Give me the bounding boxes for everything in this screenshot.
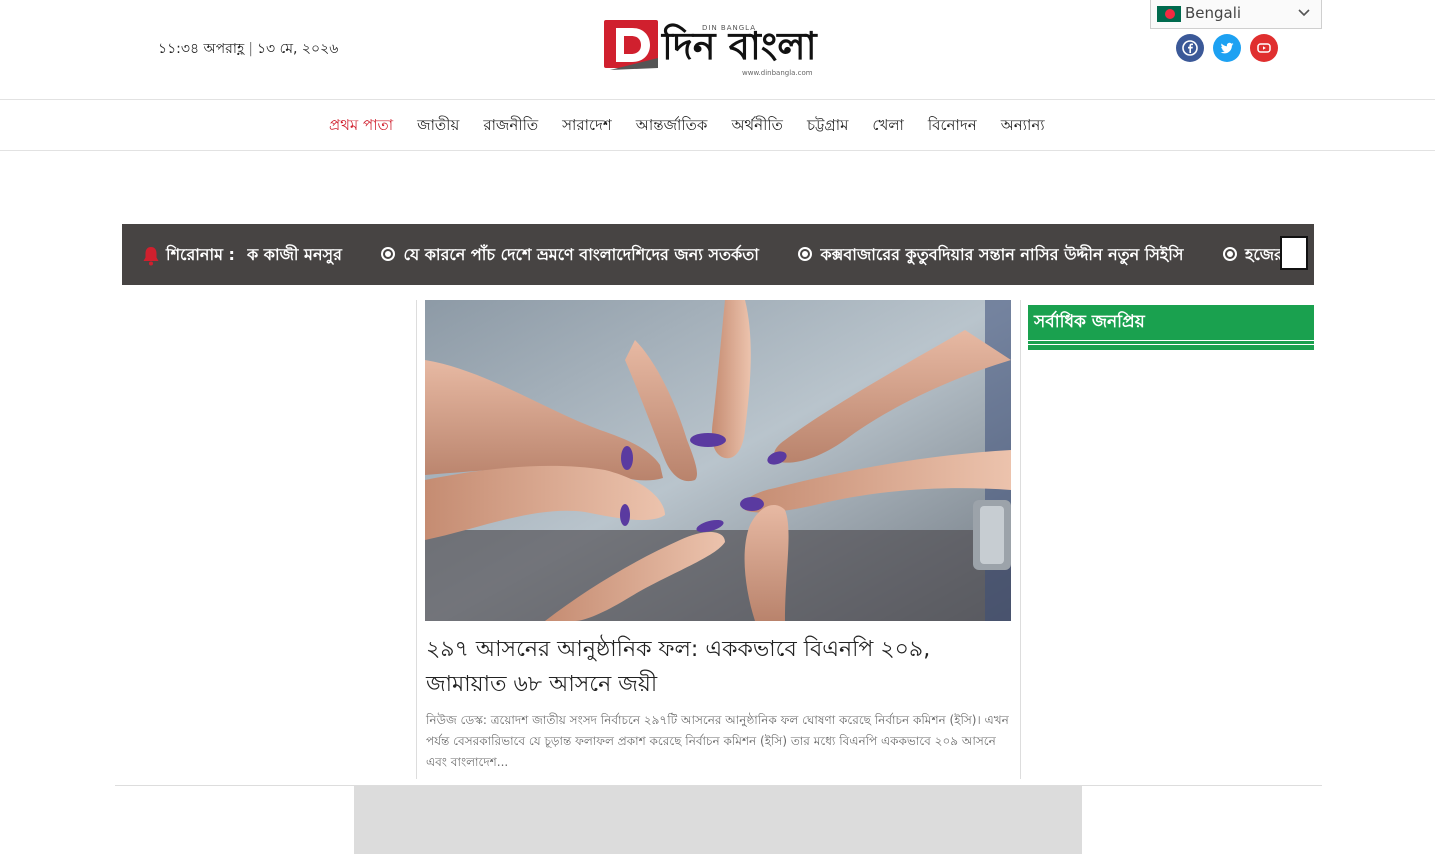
nav-item-politics[interactable]: রাজনীতি	[483, 114, 538, 139]
popular-title: সর্বাধিক জনপ্রিয়	[1034, 312, 1145, 332]
language-selected-label: Bengali	[1185, 4, 1242, 22]
ticker-item[interactable]: যে কারনে পাঁচ দেশে ভ্রমণে বাংলাদেশিদের জ…	[381, 245, 759, 264]
chevron-down-icon	[1298, 9, 1310, 17]
nav-item-entertainment[interactable]: বিনোদন	[928, 114, 977, 139]
facebook-button[interactable]	[1176, 34, 1204, 62]
nav-menu: প্রথম পাতা জাতীয় রাজনীতি সারাদেশ আন্তর্…	[329, 114, 1045, 139]
ticker-item-text: যে কারনে পাঁচ দেশে ভ্রমণে বাংলাদেশিদের জ…	[403, 245, 759, 264]
advertisement-placeholder	[354, 786, 1082, 854]
nav-item-country[interactable]: সারাদেশ	[562, 114, 612, 139]
bullet-icon	[1222, 247, 1237, 261]
logo-latin-text: DIN BANGLA	[702, 24, 757, 32]
ticker-item-text: হজের প্র	[1244, 245, 1282, 264]
date-separator: |	[248, 41, 253, 57]
ticker-item[interactable]: কক্সবাজারের কুতুবদিয়ার সন্তান নাসির উদ্…	[798, 245, 1183, 264]
youtube-button[interactable]	[1250, 34, 1278, 62]
divider	[1028, 340, 1314, 341]
ticker-label: শিরোনাম :	[166, 245, 235, 264]
bell-icon	[143, 247, 159, 266]
ticker-item[interactable]: ক কাজী মনসুর	[247, 245, 342, 264]
nav-item-home[interactable]: প্রথম পাতা	[329, 114, 393, 139]
nav-item-chattogram[interactable]: চট্টগ্রাম	[807, 114, 848, 139]
nav-item-national[interactable]: জাতীয়	[417, 114, 459, 139]
lead-story-excerpt: নিউজ ডেস্ক: ত্রয়োদশ জাতীয় সংসদ নির্বাচ…	[426, 713, 1009, 769]
site-logo[interactable]: দিন বাংলা DIN BANGLA www.dinbangla.com	[604, 18, 830, 80]
nav-item-economy[interactable]: অর্থনীতি	[731, 114, 783, 139]
logo-mark-icon	[604, 20, 658, 70]
facebook-icon	[1182, 40, 1198, 56]
lead-story-card: ২৯৭ আসনের আনুষ্ঠানিক ফল: এককভাবে বিএনপি …	[416, 300, 1021, 779]
bullet-icon	[798, 247, 813, 261]
divider	[1028, 344, 1314, 345]
main-navigation: প্রথম পাতা জাতীয় রাজনীতি সারাদেশ আন্তর্…	[0, 100, 1435, 151]
site-header: ১১:৩৪ অপরাহ্ণ | ১৩ মে, ২০২৬ দিন বাংলা DIN …	[0, 0, 1435, 100]
inked-fingers-photo	[425, 300, 1011, 621]
youtube-icon	[1257, 43, 1271, 53]
lead-story-headline[interactable]: ২৯৭ আসনের আনুষ্ঠানিক ফল: এককভাবে বিএনপি …	[426, 632, 1012, 702]
ticker-items: ক কাজী মনসুর যে কারনে পাঁচ দেশে ভ্রমণে ব…	[247, 242, 1282, 269]
twitter-icon	[1220, 42, 1234, 54]
date-time: ১১:৩৪ অপরাহ্ণ | ১৩ মে, ২০২৬	[158, 37, 338, 61]
lead-story-image[interactable]	[425, 300, 1011, 621]
nav-item-international[interactable]: আন্তর্জাতিক	[636, 114, 708, 139]
popular-section-header: সর্বাধিক জনপ্রিয়	[1028, 305, 1314, 350]
nav-item-others[interactable]: অন্যান্য	[1001, 114, 1045, 139]
headline-ticker: শিরোনাম : ক কাজী মনসুর যে কারনে পাঁচ দেশ…	[122, 224, 1314, 285]
ticker-item-text: কক্সবাজারের কুতুবদিয়ার সন্তান নাসির উদ্…	[820, 245, 1184, 264]
bullet-icon	[381, 247, 396, 261]
logo-url: www.dinbangla.com	[742, 69, 813, 77]
current-time: ১১:৩৪ অপরাহ্ণ	[158, 41, 245, 57]
language-select[interactable]: Bengali	[1150, 0, 1322, 29]
twitter-button[interactable]	[1213, 34, 1241, 62]
bangladesh-flag-icon	[1157, 6, 1181, 22]
nav-item-sports[interactable]: খেলা	[872, 114, 903, 139]
current-date: ১৩ মে, ২০২৬	[256, 41, 339, 57]
ticker-item[interactable]: হজের প্র	[1222, 245, 1282, 264]
ticker-pause-button[interactable]	[1280, 236, 1308, 270]
